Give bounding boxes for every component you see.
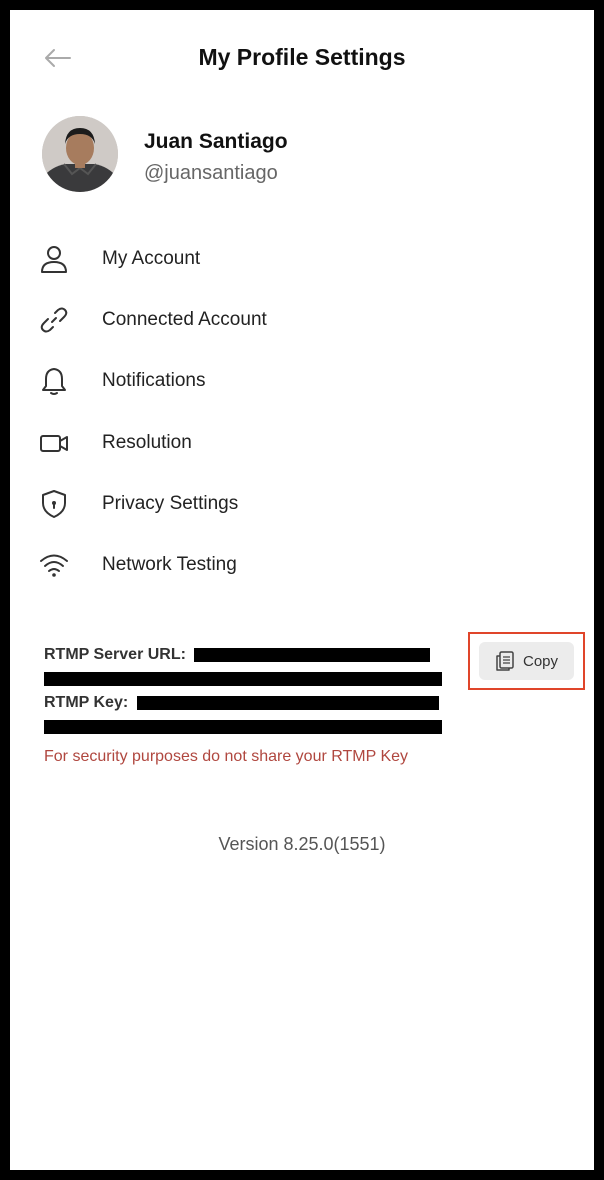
copy-highlight-box: Copy (468, 632, 585, 690)
menu-item-privacy-settings[interactable]: Privacy Settings (10, 473, 594, 534)
menu-item-network-testing[interactable]: Network Testing (10, 534, 594, 595)
user-icon (41, 245, 67, 273)
menu-item-notifications[interactable]: Notifications (10, 351, 594, 412)
security-warning: For security purposes do not share your … (44, 748, 409, 765)
menu-label: My Account (102, 247, 201, 269)
menu-item-connected-account[interactable]: Connected Account (10, 289, 594, 350)
bell-icon (42, 368, 66, 396)
redacted-server-url (194, 647, 431, 662)
shield-icon (42, 489, 66, 518)
profile-card: Juan Santiago @juansantiago (42, 116, 562, 196)
rtmp-server-url-row: RTMP Server URL: (44, 646, 464, 670)
menu-item-my-account[interactable]: My Account (10, 228, 594, 289)
copy-button-label: Copy (522, 652, 559, 670)
rtmp-info: RTMP Server URL: RTMP Key: For security … (44, 646, 464, 766)
profile-name: Juan Santiago (144, 130, 288, 153)
menu-label: Notifications (102, 370, 206, 392)
redacted-server-url-continued (44, 671, 442, 686)
redacted-rtmp-key-continued (44, 719, 442, 734)
rtmp-key-label: RTMP Key: (44, 694, 129, 711)
copy-button[interactable]: Copy (479, 642, 574, 680)
menu-label: Resolution (102, 431, 192, 453)
rtmp-key-continued (44, 718, 464, 742)
wifi-icon (40, 554, 68, 577)
profile-handle: @juansantiago (144, 162, 278, 184)
page-title: My Profile Settings (198, 44, 406, 70)
menu-label: Privacy Settings (102, 492, 239, 514)
link-icon (40, 307, 68, 333)
settings-menu: My Account Connected Account Notificatio… (10, 228, 594, 596)
avatar (42, 116, 118, 192)
menu-item-resolution[interactable]: Resolution (10, 412, 594, 473)
redacted-rtmp-key (136, 695, 439, 710)
menu-label: Connected Account (102, 308, 267, 330)
rtmp-server-url-continued (44, 670, 464, 694)
rtmp-key-row: RTMP Key: (44, 694, 464, 718)
video-camera-icon (40, 434, 68, 452)
header: My Profile Settings (10, 10, 594, 106)
app-version: Version 8.25.0(1551) (218, 834, 386, 854)
app-screen: My Profile Settings Juan Santiago @juans… (10, 10, 594, 1170)
rtmp-server-url-label: RTMP Server URL: (44, 646, 186, 663)
copy-icon (496, 651, 514, 671)
menu-label: Network Testing (102, 554, 237, 576)
